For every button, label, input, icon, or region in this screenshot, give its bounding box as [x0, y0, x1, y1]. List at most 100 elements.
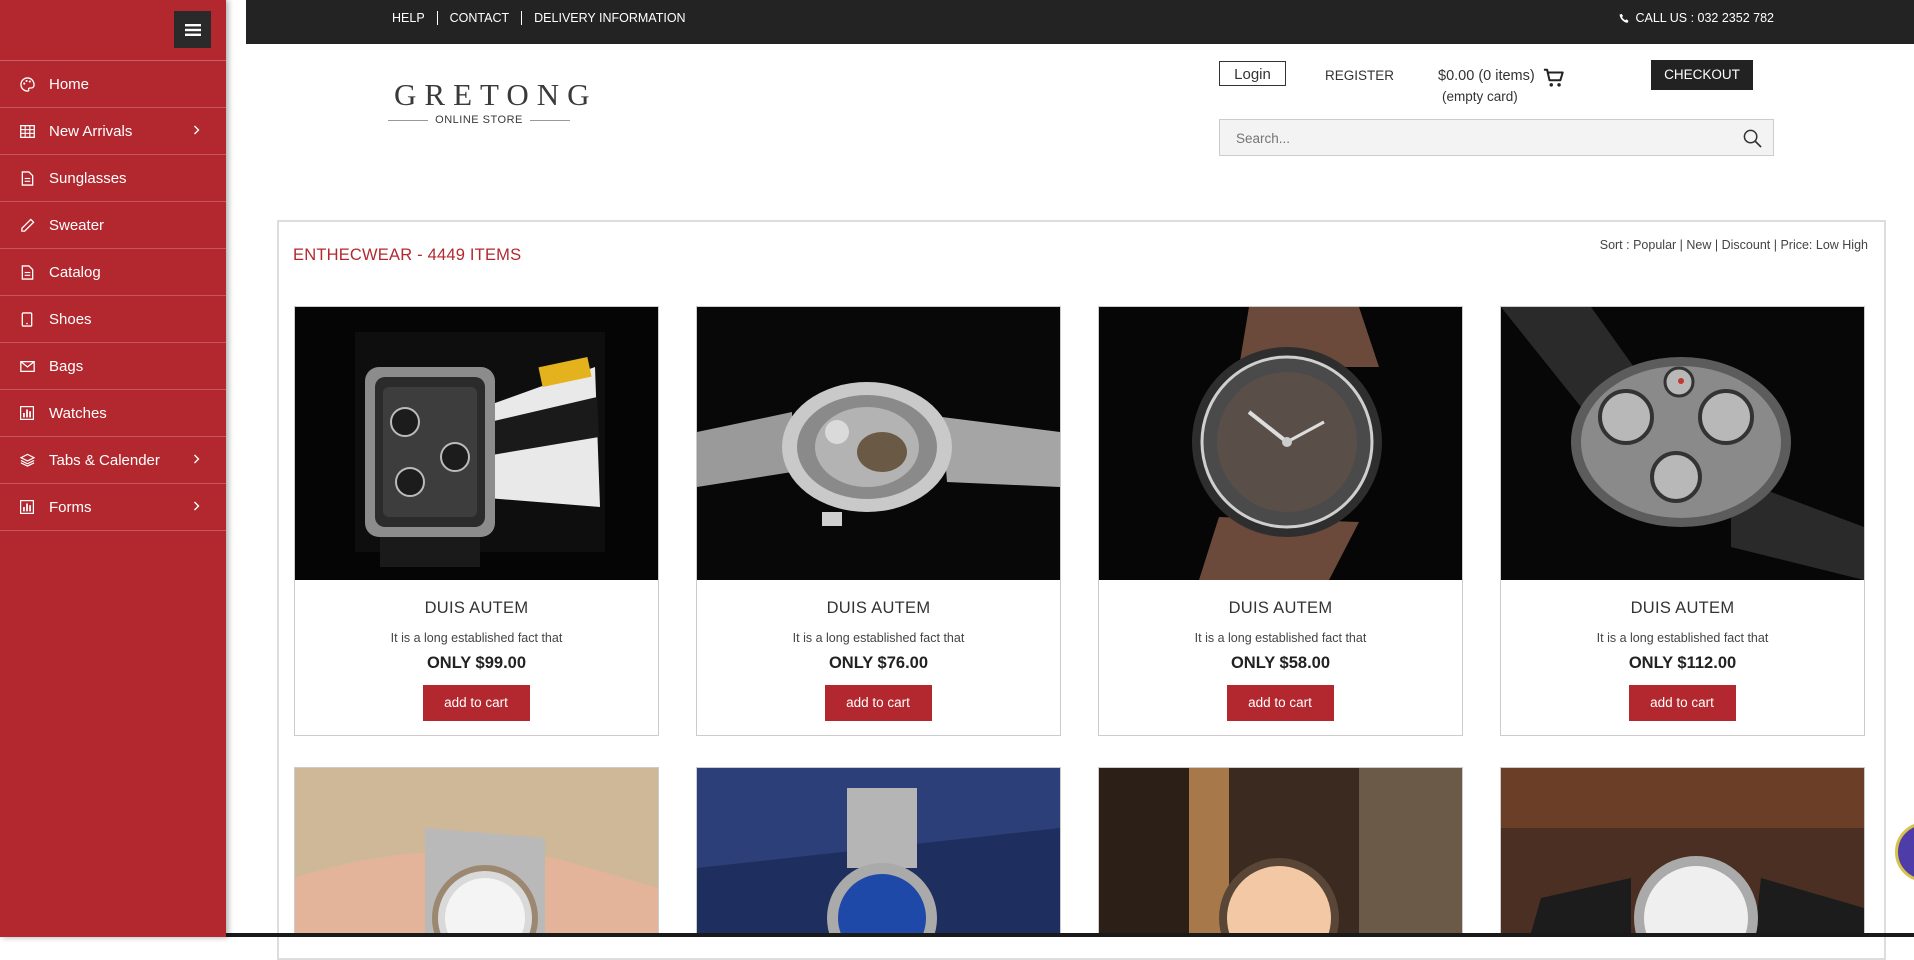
- logo-subtitle: ONLINE STORE: [435, 114, 523, 126]
- product-title[interactable]: DUIS AUTEM: [295, 599, 658, 618]
- palette-icon: [19, 76, 35, 92]
- sidebar-item-home[interactable]: Home: [0, 61, 226, 108]
- document-icon: [19, 170, 35, 186]
- cart-status: (empty card): [1442, 89, 1518, 104]
- login-button[interactable]: Login: [1219, 61, 1286, 86]
- sidebar-item-sunglasses[interactable]: Sunglasses: [0, 155, 226, 202]
- sidebar-item-label: New Arrivals: [49, 122, 133, 140]
- product-image[interactable]: [295, 307, 658, 580]
- sidebar-item-tabs-calender[interactable]: Tabs & Calender: [0, 437, 226, 484]
- checkout-button[interactable]: CHECKOUT: [1651, 60, 1753, 90]
- sidebar-item-label: Bags: [49, 357, 84, 375]
- product-description: It is a long established fact that: [792, 631, 965, 645]
- add-to-cart-button[interactable]: add to cart: [824, 685, 932, 721]
- sidebar-item-label: Shoes: [49, 310, 92, 328]
- sidebar-item-label: Forms: [49, 498, 92, 516]
- sidebar-item-label: Catalog: [49, 263, 101, 281]
- sidebar-item-catalog[interactable]: Catalog: [0, 249, 226, 296]
- sidebar-menu: Home New Arrivals Sunglasses Sweater Cat…: [0, 61, 226, 531]
- product-title[interactable]: DUIS AUTEM: [1501, 599, 1864, 618]
- top-nav: HELP CONTACT DELIVERY INFORMATION: [392, 0, 698, 36]
- envelope-icon: [19, 358, 35, 374]
- product-card: [294, 767, 659, 937]
- product-card: DUIS AUTEM It is a long established fact…: [1098, 306, 1463, 736]
- product-card: DUIS AUTEM It is a long established fact…: [294, 306, 659, 736]
- product-title[interactable]: DUIS AUTEM: [697, 599, 1060, 618]
- sidebar-item-forms[interactable]: Forms: [0, 484, 226, 531]
- pencil-icon: [19, 217, 35, 233]
- product-image[interactable]: [1099, 307, 1462, 580]
- product-description: It is a long established fact that: [1596, 631, 1769, 645]
- product-card: DUIS AUTEM It is a long established fact…: [1500, 306, 1865, 736]
- contact-link[interactable]: CONTACT: [436, 11, 522, 25]
- chevron-right-icon: [193, 451, 200, 468]
- sidebar-item-sweater[interactable]: Sweater: [0, 202, 226, 249]
- grid-icon: [19, 123, 35, 139]
- product-price: ONLY $76.00: [828, 654, 929, 672]
- sidebar-item-label: Sunglasses: [49, 169, 127, 187]
- product-description: It is a long established fact that: [390, 631, 563, 645]
- delivery-information-link[interactable]: DELIVERY INFORMATION: [521, 11, 697, 25]
- layers-icon: [19, 452, 35, 468]
- tablet-icon: [19, 311, 35, 327]
- hamburger-icon: [184, 23, 201, 36]
- divider: [529, 119, 570, 121]
- cart-summary[interactable]: $0.00 (0 items): [1438, 68, 1535, 84]
- product-image[interactable]: [1501, 307, 1864, 580]
- logo-subtitle-row: ONLINE STORE: [388, 114, 570, 126]
- bar-chart-icon: [19, 499, 35, 515]
- phone-number: CALL US : 032 2352 782: [1635, 11, 1774, 25]
- sidebar-item-label: Home: [49, 75, 90, 93]
- product-price: ONLY $58.00: [1230, 654, 1331, 672]
- bar-chart-icon: [19, 405, 35, 421]
- register-link[interactable]: REGISTER: [1325, 68, 1394, 83]
- product-price: ONLY $112.00: [1628, 654, 1737, 672]
- search-input[interactable]: [1220, 120, 1738, 157]
- sidebar: Home New Arrivals Sunglasses Sweater Cat…: [0, 0, 226, 937]
- product-card: DUIS AUTEM It is a long established fact…: [696, 306, 1061, 736]
- search-icon[interactable]: [1743, 129, 1762, 153]
- call-us: CALL US : 032 2352 782: [1619, 11, 1774, 25]
- sidebar-item-label: Sweater: [49, 216, 105, 234]
- product-image[interactable]: [697, 768, 1060, 937]
- sort-new[interactable]: New: [1686, 238, 1711, 252]
- document-icon: [19, 264, 35, 280]
- add-to-cart-button[interactable]: add to cart: [1226, 685, 1334, 721]
- chevron-right-icon: [193, 498, 200, 515]
- sidebar-header: [0, 0, 226, 61]
- product-card: [1500, 767, 1865, 937]
- add-to-cart-button[interactable]: add to cart: [1628, 685, 1736, 721]
- help-link[interactable]: HELP: [392, 11, 437, 25]
- bottom-strip: [226, 933, 1914, 937]
- sort-popular[interactable]: Popular: [1633, 238, 1676, 252]
- sort-discount[interactable]: Discount: [1722, 238, 1771, 252]
- phone-icon: [1620, 13, 1629, 23]
- product-price: ONLY $99.00: [426, 654, 527, 672]
- sidebar-item-new-arrivals[interactable]: New Arrivals: [0, 108, 226, 155]
- sidebar-item-shoes[interactable]: Shoes: [0, 296, 226, 343]
- top-bar: HELP CONTACT DELIVERY INFORMATION CALL U…: [246, 0, 1914, 44]
- store-logo[interactable]: GRETONG ONLINE STORE: [388, 77, 598, 126]
- sidebar-item-watches[interactable]: Watches: [0, 390, 226, 437]
- sidebar-item-label: Tabs & Calender: [49, 451, 160, 469]
- product-image[interactable]: [1501, 768, 1864, 937]
- search-box: [1219, 119, 1774, 157]
- product-card: [1098, 767, 1463, 937]
- product-image[interactable]: [697, 307, 1060, 580]
- chevron-right-icon: [193, 122, 200, 139]
- sort-bar: Sort : Popular | New | Discount | Price:…: [1599, 238, 1868, 252]
- sidebar-item-label: Watches: [49, 404, 107, 422]
- sort-price[interactable]: Price: Low High: [1780, 238, 1868, 252]
- cart-icon[interactable]: [1543, 67, 1565, 94]
- product-image[interactable]: [295, 768, 658, 937]
- divider: [388, 119, 429, 121]
- product-image[interactable]: [1099, 768, 1462, 937]
- sidebar-item-bags[interactable]: Bags: [0, 343, 226, 390]
- hamburger-menu-button[interactable]: [174, 11, 211, 48]
- category-title: ENTHECWEAR - 4449 ITEMS: [293, 246, 522, 264]
- add-to-cart-button[interactable]: add to cart: [422, 685, 530, 721]
- logo-title: GRETONG: [394, 77, 598, 112]
- product-title[interactable]: DUIS AUTEM: [1099, 599, 1462, 618]
- floating-action-button[interactable]: [1895, 822, 1914, 882]
- product-description: It is a long established fact that: [1194, 631, 1367, 645]
